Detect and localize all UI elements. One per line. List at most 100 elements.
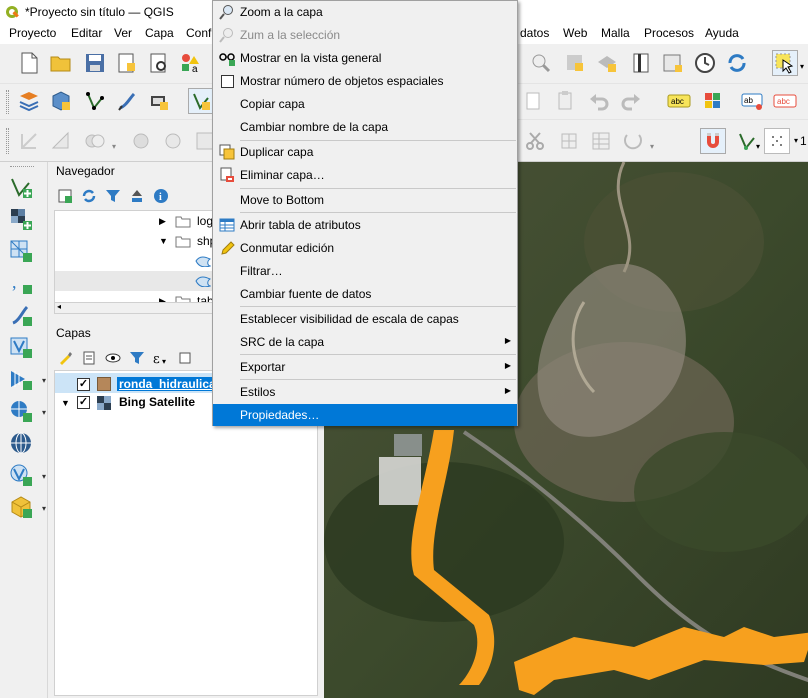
add-selected-layers-icon[interactable] [56, 187, 74, 205]
redo-icon[interactable] [618, 88, 644, 114]
zoom-layer-tool-icon[interactable] [528, 50, 554, 76]
add-vector-tile-icon[interactable]: ▾ [6, 460, 46, 490]
new-bookmark-icon[interactable] [562, 50, 588, 76]
menu-set-scale-visibility[interactable]: Establecer visibilidad de escala de capa… [213, 308, 517, 330]
rotate-point-icon[interactable] [620, 128, 646, 154]
scissors-icon[interactable] [522, 128, 548, 154]
filter-icon[interactable] [104, 187, 122, 205]
menu-web[interactable]: Web [561, 26, 589, 40]
select-features-icon[interactable] [772, 50, 798, 76]
menu-move-to-bottom[interactable]: Move to Bottom [213, 189, 517, 211]
menu-layer-crs[interactable]: SRC de la capa ▶ [213, 331, 517, 353]
paste-features-icon[interactable] [520, 88, 546, 114]
add-virtual-layer-icon[interactable] [6, 332, 36, 362]
toolbar-grip[interactable] [6, 128, 9, 154]
refresh-map-icon[interactable] [660, 50, 686, 76]
add-wcs-layer-icon[interactable] [6, 428, 36, 458]
add-part-icon[interactable] [48, 128, 74, 154]
style-brush-icon[interactable] [56, 349, 74, 367]
menu-filter[interactable]: Filtrar… [213, 260, 517, 282]
menu-editar[interactable]: Editar [69, 26, 104, 40]
add-wms-layer-icon[interactable]: ▾ [6, 364, 46, 394]
reshape-icon[interactable] [160, 128, 186, 154]
style-manager-icon[interactable]: a [178, 50, 204, 76]
new-print-layout-icon[interactable] [114, 50, 140, 76]
expand-arrow-icon[interactable]: ▶ [159, 216, 166, 227]
menu-change-data-source[interactable]: Cambiar fuente de datos [213, 283, 517, 305]
filter-legend-icon[interactable] [128, 349, 146, 367]
collapse-arrow-icon[interactable]: ▼ [159, 236, 168, 246]
collapse-all-icon[interactable] [128, 187, 146, 205]
menu-procesos[interactable]: Procesos [642, 26, 696, 40]
offset-curve-icon[interactable] [128, 128, 154, 154]
add-mesh-layer-icon[interactable] [6, 236, 36, 266]
filter-expression-icon[interactable]: ε ▾ [152, 349, 170, 367]
select-dropdown-arrow-icon[interactable]: ▾ [800, 62, 804, 71]
menu-proyecto[interactable]: Proyecto [7, 26, 58, 40]
menu-configuracion[interactable]: Conf [184, 26, 213, 40]
add-wfs-layer-icon[interactable]: ▾ [6, 396, 46, 426]
layer-visibility-checkbox[interactable]: ✓ [77, 378, 90, 391]
show-bookmarks-icon[interactable] [594, 50, 620, 76]
rotate-label-icon[interactable]: abc [772, 88, 798, 114]
toolbar-grip[interactable] [10, 166, 34, 167]
layer-visibility-checkbox[interactable]: ✓ [77, 396, 90, 409]
menu-properties[interactable]: Propiedades… [213, 404, 517, 426]
attribute-grid-icon[interactable] [588, 128, 614, 154]
collapse-arrow-icon[interactable]: ▼ [61, 398, 70, 408]
dropdown-arrow-icon[interactable]: ▾ [650, 142, 654, 151]
add-raster-layer-icon[interactable] [6, 204, 36, 234]
layer-name[interactable]: ronda_hidraulica [117, 377, 218, 391]
add-vector-layer-icon[interactable] [6, 172, 36, 202]
menu-styles[interactable]: Estilos ▶ [213, 381, 517, 403]
new-temp-layer-icon[interactable] [146, 88, 172, 114]
merge-features-icon[interactable] [556, 128, 582, 154]
add-delimited-text-icon[interactable]: , [6, 268, 36, 298]
menu-zoom-to-selection[interactable]: Zum a la selección [213, 24, 517, 46]
undo-icon[interactable] [586, 88, 612, 114]
menu-show-in-overview[interactable]: Mostrar en la vista general [213, 47, 517, 69]
menu-ayuda[interactable]: Ayuda [703, 26, 741, 40]
dropdown-arrow-icon[interactable]: ▾ [42, 376, 46, 385]
new-geopackage-icon[interactable] [48, 88, 74, 114]
toolbar-grip[interactable] [6, 90, 9, 114]
visibility-eye-icon[interactable] [104, 349, 122, 367]
info-icon[interactable]: i [152, 187, 170, 205]
layout-manager-icon[interactable] [146, 50, 172, 76]
menu-capa[interactable]: Capa [143, 26, 176, 40]
dropdown-arrow-icon[interactable]: ▾ [42, 408, 46, 417]
digitize-tool-icon[interactable] [188, 88, 214, 114]
add-ring-icon[interactable] [16, 128, 42, 154]
clipboard-icon[interactable] [552, 88, 578, 114]
temporal-controller-icon[interactable] [692, 50, 718, 76]
scroll-left-icon[interactable]: ◂ [57, 302, 61, 311]
menu-zoom-to-layer[interactable]: Zoom a la capa [213, 1, 517, 23]
menu-datos[interactable]: datos [518, 26, 551, 40]
menu-export[interactable]: Exportar ▶ [213, 356, 517, 378]
open-project-icon[interactable] [48, 50, 74, 76]
menu-ver[interactable]: Ver [112, 26, 134, 40]
reload-icon[interactable] [724, 50, 750, 76]
layer-diagram-icon[interactable] [700, 88, 726, 114]
highlight-pin-labels-icon[interactable]: ab [740, 88, 766, 114]
dropdown-arrow-icon[interactable]: ▾ [756, 142, 760, 151]
snap-grid-icon[interactable] [764, 128, 790, 154]
simplify-icon[interactable] [82, 128, 108, 154]
menu-open-attribute-table[interactable]: Abrir tabla de atributos [213, 214, 517, 236]
snap-tolerance-value[interactable]: 1 [800, 134, 807, 148]
menu-show-feature-count[interactable]: Mostrar número de objetos espaciales [213, 70, 517, 92]
menu-copy-layer[interactable]: Copiar capa [213, 93, 517, 115]
dropdown-arrow-icon[interactable]: ▾ [794, 136, 798, 145]
add-geopackage-layer-icon[interactable]: ▾ [6, 492, 46, 522]
expand-all-icon[interactable] [176, 349, 194, 367]
data-source-manager-icon[interactable] [16, 88, 42, 114]
checkbox-icon[interactable] [219, 73, 235, 89]
snapping-magnet-icon[interactable] [700, 128, 726, 154]
refresh-icon[interactable] [80, 187, 98, 205]
dropdown-arrow-icon[interactable]: ▾ [42, 472, 46, 481]
menu-toggle-editing[interactable]: Conmutar edición [213, 237, 517, 259]
menu-remove-layer[interactable]: Eliminar capa… [213, 164, 517, 186]
tile-layer-icon[interactable] [628, 50, 654, 76]
menu-malla[interactable]: Malla [599, 26, 632, 40]
new-project-icon[interactable] [16, 50, 42, 76]
